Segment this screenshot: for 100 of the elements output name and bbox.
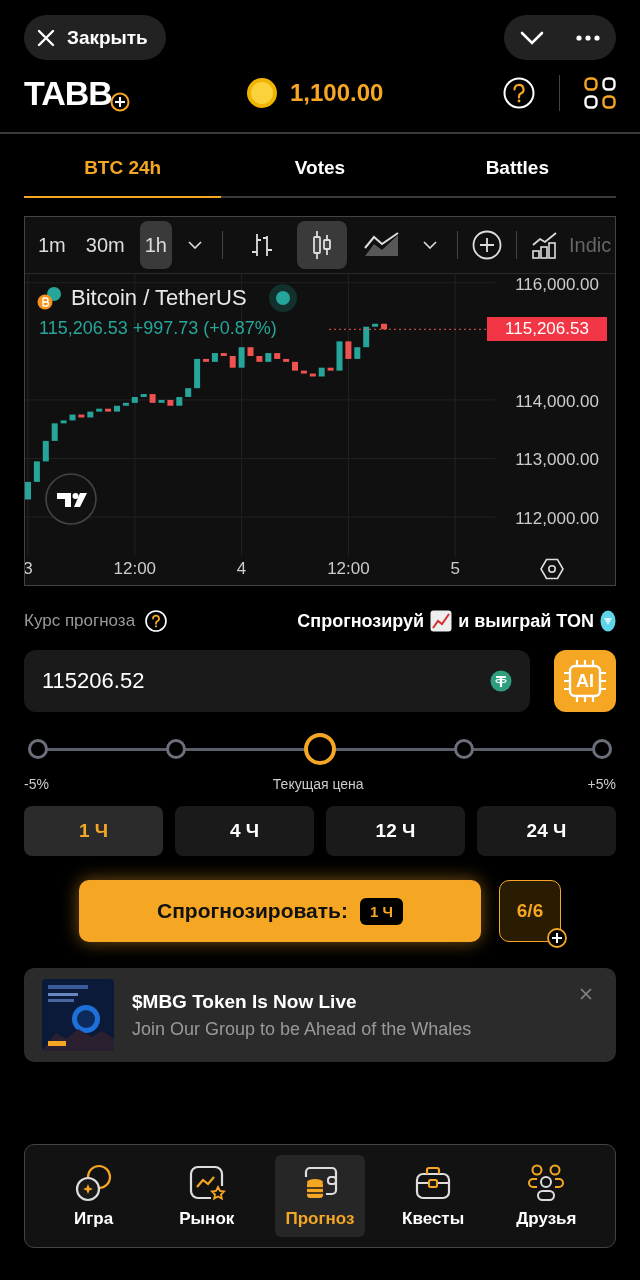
- chevron-down-icon[interactable]: [422, 241, 437, 249]
- forecast-button[interactable]: Спрогнозировать: 1 Ч: [79, 880, 481, 942]
- candle: [33, 461, 40, 482]
- settings-icon[interactable]: [540, 558, 564, 580]
- price-slider[interactable]: [28, 734, 612, 764]
- promo-text: Спрогнозируй: [297, 610, 425, 632]
- candle: [229, 356, 236, 368]
- candle: [185, 388, 192, 397]
- candle: [203, 358, 209, 362]
- candle: [140, 394, 147, 397]
- candle: [122, 402, 129, 406]
- candle: [176, 397, 183, 406]
- current-price-label: Текущая цена: [272, 776, 364, 792]
- interval-button[interactable]: 1m: [33, 221, 71, 269]
- candle: [256, 356, 263, 362]
- candle: [131, 397, 138, 403]
- chart-up-icon: [430, 610, 453, 632]
- candle: [345, 341, 352, 359]
- candle: [309, 373, 316, 377]
- indicators-icon[interactable]: [530, 231, 559, 259]
- x-axis-label: 12:00: [327, 559, 370, 578]
- price-tag: 115,206.53: [487, 317, 607, 342]
- promo-text: и выиграй TON: [458, 610, 594, 632]
- interval-button[interactable]: 30m: [80, 221, 130, 269]
- slider-stop[interactable]: [592, 739, 612, 759]
- candle: [211, 353, 218, 362]
- people-icon: [526, 1163, 567, 1203]
- price-quote: 115,206.53 +997.73 (+0.87%): [39, 318, 278, 339]
- candle: [327, 367, 334, 371]
- tab[interactable]: Battles: [418, 140, 616, 198]
- close-icon[interactable]: [580, 988, 592, 1000]
- duration-button[interactable]: 1 Ч: [24, 806, 163, 856]
- candle: [87, 411, 94, 418]
- candle: [114, 405, 120, 412]
- slider-stop[interactable]: [304, 733, 336, 765]
- duration-button[interactable]: 4 Ч: [175, 806, 314, 856]
- slider-stop[interactable]: [28, 739, 48, 759]
- candle: [149, 394, 156, 403]
- candle: [381, 323, 387, 330]
- tab[interactable]: BTC 24h: [24, 140, 222, 198]
- tradingview-logo-icon: [45, 473, 97, 525]
- price-input-field[interactable]: 115206.52: [24, 650, 530, 712]
- candle: [158, 399, 165, 403]
- candle: [194, 358, 201, 389]
- x-axis-label: 12:00: [113, 559, 157, 578]
- x-axis-label: 5: [450, 559, 460, 578]
- nav-item[interactable]: Квесты: [388, 1155, 479, 1237]
- candle: [96, 408, 103, 412]
- candle: [274, 353, 281, 359]
- help-icon[interactable]: [503, 77, 535, 109]
- chevron-down-icon[interactable]: [187, 241, 202, 249]
- plus-icon: [110, 91, 130, 112]
- apps-grid-icon[interactable]: [584, 77, 616, 109]
- tether-icon: [490, 670, 512, 692]
- more-icon[interactable]: [576, 34, 600, 41]
- y-axis-label: 114,000.00: [515, 391, 599, 411]
- nav-item[interactable]: Прогноз: [274, 1155, 365, 1237]
- coins-icon: [73, 1163, 114, 1203]
- duration-button[interactable]: 24 Ч: [477, 806, 616, 856]
- range-max-label: +5%: [587, 776, 616, 792]
- balance-amount: 1,100.00: [290, 79, 384, 107]
- duration-button[interactable]: 12 Ч: [326, 806, 465, 856]
- candle: [60, 420, 67, 424]
- interval-button[interactable]: 1h: [139, 221, 172, 269]
- candle: [363, 326, 370, 348]
- y-axis-label: 113,000.00: [515, 450, 599, 470]
- symbol-name: Bitcoin / TetherUS: [71, 285, 247, 311]
- y-axis-label: 116,000.00: [515, 274, 599, 294]
- nav-item[interactable]: Рынок: [161, 1155, 252, 1237]
- candle: [265, 353, 272, 362]
- area-chart-icon: [363, 232, 400, 258]
- add-icon[interactable]: [471, 230, 502, 260]
- candle: [51, 423, 58, 441]
- nav-item[interactable]: Друзья: [501, 1155, 592, 1237]
- candle: [318, 367, 325, 377]
- candle: [354, 347, 361, 359]
- ad-subtitle: Join Our Group to be Ahead of the Whales: [132, 1018, 472, 1040]
- candle-chart-style-button[interactable]: [296, 221, 347, 269]
- ad-banner[interactable]: $MBG Token Is Now Live Join Our Group to be Ahead of the Whales: [24, 968, 616, 1062]
- duration-badge: 1 Ч: [359, 897, 404, 925]
- x-axis-label: 4: [236, 559, 247, 578]
- candle: [105, 408, 112, 412]
- range-min-label: -5%: [24, 776, 49, 792]
- close-button[interactable]: Закрыть: [24, 15, 166, 60]
- logo: TABB: [24, 73, 112, 112]
- candle: [25, 481, 31, 500]
- candle: [78, 414, 85, 418]
- help-icon[interactable]: [145, 610, 168, 632]
- close-icon: [37, 28, 55, 47]
- nav-item[interactable]: Игра: [48, 1155, 139, 1237]
- candle: [69, 414, 76, 421]
- tab[interactable]: Votes: [221, 140, 419, 198]
- candle: [42, 440, 49, 462]
- plus-icon[interactable]: [547, 928, 567, 948]
- attempts-counter[interactable]: 6/6: [499, 880, 561, 942]
- bitcoin-icon: [37, 286, 63, 310]
- candle: [220, 353, 227, 356]
- slider-stop[interactable]: [454, 739, 474, 759]
- candle: [283, 358, 290, 362]
- slider-stop[interactable]: [166, 739, 186, 759]
